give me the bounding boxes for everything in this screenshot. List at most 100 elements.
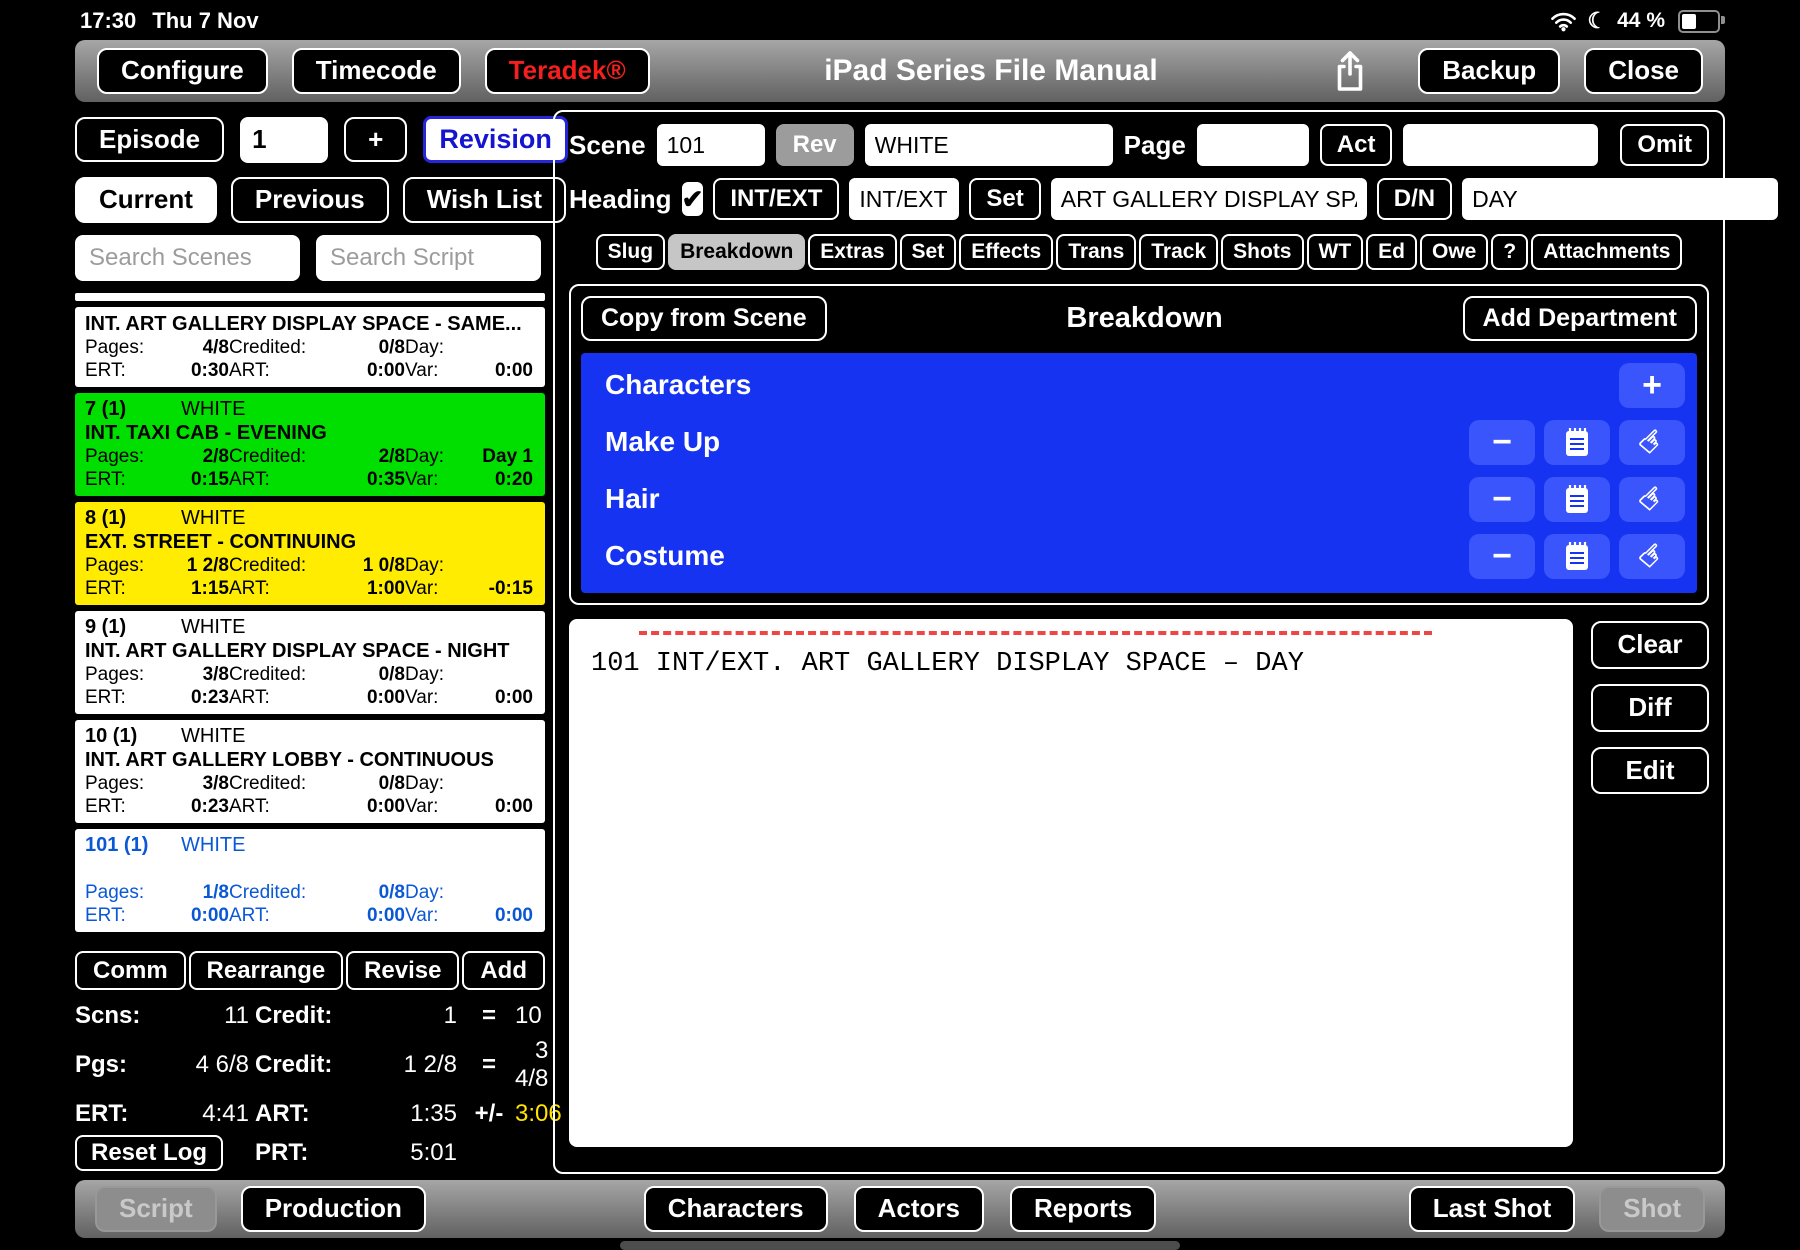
department-label-make-up[interactable]: Make Up	[591, 426, 720, 458]
scene-number-input[interactable]	[656, 124, 765, 166]
teradek-button[interactable]: Teradek®	[484, 48, 650, 94]
tab-attachments[interactable]: Attachments	[1531, 234, 1683, 270]
revision-dashed-line	[639, 630, 1433, 635]
scene-list-item[interactable]: 10 (1) WHITE INT. ART GALLERY LOBBY - CONT…	[75, 719, 545, 823]
scene-item-number: 101 (1)	[85, 833, 149, 856]
tab-wish-list[interactable]: Wish List	[402, 177, 567, 223]
department-row-costume: Costume − ☞	[591, 528, 1687, 585]
tab-track[interactable]: Track	[1139, 234, 1219, 270]
scene-list-clipped-item[interactable]	[75, 292, 545, 301]
scene-item-revision: WHITE	[181, 506, 246, 529]
remove-make-up-button[interactable]: −	[1469, 419, 1535, 465]
tab-owe[interactable]: Owe	[1420, 234, 1489, 270]
edit-button[interactable]: Edit	[1591, 746, 1709, 795]
tab-wt[interactable]: WT	[1306, 234, 1364, 270]
production-button[interactable]: Production	[240, 1186, 426, 1232]
script-page[interactable]: 101 INT/EXT. ART GALLERY DISPLAY SPACE –…	[569, 618, 1573, 1147]
add-episode-button[interactable]: +	[344, 116, 408, 163]
reset-log-button[interactable]: Reset Log	[75, 1135, 224, 1172]
set-button[interactable]: Set	[969, 178, 1041, 220]
act-button[interactable]: Act	[1319, 124, 1393, 166]
scene-list-item[interactable]: 101 (1) WHITE Pages: 1/8 Credited: 0/8 Day: ERT…	[75, 828, 545, 932]
assign-hair-button[interactable]: ☞	[1619, 476, 1685, 522]
scene-item-slug: INT. ART GALLERY LOBBY - CONTINUOUS	[85, 748, 494, 771]
department-label-hair[interactable]: Hair	[591, 483, 659, 515]
art-value: 1:35	[410, 1100, 457, 1128]
comm-button[interactable]: Comm	[75, 950, 186, 991]
plus-icon: +	[1642, 366, 1662, 405]
search-script-input[interactable]	[316, 234, 541, 281]
close-button[interactable]: Close	[1584, 48, 1703, 94]
episode-button[interactable]: Episode	[75, 116, 225, 163]
scene-list[interactable]: INT. ART GALLERY DISPLAY SPACE - SAME...…	[75, 292, 545, 941]
scene-list-item[interactable]: 9 (1) WHITE INT. ART GALLERY DISPLAY SPACE…	[75, 610, 545, 714]
prt-label: PRT:	[255, 1139, 309, 1167]
revision-color-input[interactable]	[864, 124, 1113, 166]
tab--[interactable]: ?	[1491, 234, 1529, 270]
home-indicator[interactable]	[620, 1241, 1180, 1250]
tab-breakdown[interactable]: Breakdown	[668, 234, 806, 270]
tab-slug[interactable]: Slug	[595, 234, 666, 270]
tab-bar: Slug Breakdown Extras Set Effects Trans Track S…	[569, 234, 1709, 270]
search-scenes-input[interactable]	[75, 234, 300, 281]
script-button[interactable]: Script	[95, 1186, 217, 1232]
scene-list-item[interactable]: 8 (1) WHITE EXT. STREET - CONTINUING Pages:…	[75, 501, 545, 605]
scns-value: 11	[224, 1002, 249, 1030]
scene-list-item[interactable]: INT. ART GALLERY DISPLAY SPACE - SAME...…	[75, 306, 545, 387]
add-department-button[interactable]: Add Department	[1462, 296, 1697, 341]
assign-make-up-button[interactable]: ☞	[1619, 419, 1685, 465]
characters-button[interactable]: Characters	[643, 1186, 828, 1232]
remove-costume-button[interactable]: −	[1469, 533, 1535, 579]
omit-button[interactable]: Omit	[1620, 124, 1709, 166]
assign-costume-button[interactable]: ☞	[1619, 533, 1685, 579]
day-night-input[interactable]	[1462, 178, 1779, 220]
ert-value: 4:41	[202, 1100, 249, 1128]
int-ext-input[interactable]	[849, 178, 960, 220]
scene-item-stats: Pages: 4/8 Credited: 0/8 Day: ERT: 0:30 ART: 0:0…	[85, 336, 533, 381]
department-label-costume[interactable]: Costume	[591, 540, 725, 572]
add-characters-button[interactable]: +	[1619, 362, 1685, 408]
scene-list-item[interactable]: 7 (1) WHITE INT. TAXI CAB - EVENING Pages: 2…	[75, 392, 545, 496]
configure-button[interactable]: Configure	[97, 48, 268, 94]
copy-from-scene-button[interactable]: Copy from Scene	[581, 296, 827, 341]
heading-checkbox[interactable]: ✔	[681, 182, 704, 216]
breakdown-title: Breakdown	[1066, 301, 1223, 334]
tab-set[interactable]: Set	[899, 234, 957, 270]
rev-button[interactable]: Rev	[775, 124, 854, 166]
tab-ed[interactable]: Ed	[1366, 234, 1417, 270]
episode-number-input[interactable]	[240, 116, 329, 163]
department-row-hair: Hair − ☞	[591, 471, 1687, 528]
act-input[interactable]	[1403, 124, 1599, 166]
tab-effects[interactable]: Effects	[959, 234, 1054, 270]
backup-button[interactable]: Backup	[1418, 48, 1561, 94]
page-input[interactable]	[1196, 124, 1309, 166]
timecode-button[interactable]: Timecode	[291, 48, 461, 94]
rearrange-button[interactable]: Rearrange	[188, 950, 344, 991]
remove-hair-button[interactable]: −	[1469, 476, 1535, 522]
tab-trans[interactable]: Trans	[1056, 234, 1137, 270]
share-icon[interactable]	[1332, 50, 1368, 92]
department-label-characters[interactable]: Characters	[591, 369, 751, 401]
tab-previous[interactable]: Previous	[230, 177, 389, 223]
actors-button[interactable]: Actors	[853, 1186, 984, 1232]
tab-current[interactable]: Current	[75, 177, 217, 223]
int-ext-button[interactable]: INT/EXT	[713, 178, 840, 220]
notes-make-up-button[interactable]	[1544, 419, 1610, 465]
clear-button[interactable]: Clear	[1591, 620, 1709, 669]
shot-button[interactable]: Shot	[1599, 1186, 1705, 1232]
diff-button[interactable]: Diff	[1591, 683, 1709, 732]
reports-button[interactable]: Reports	[1009, 1186, 1157, 1232]
set-input[interactable]	[1050, 178, 1367, 220]
revision-button[interactable]: Revision	[423, 116, 568, 163]
scene-item-number: 8 (1)	[85, 506, 127, 529]
tab-extras[interactable]: Extras	[808, 234, 897, 270]
date: Thu 7 Nov	[152, 8, 259, 33]
notes-costume-button[interactable]	[1544, 533, 1610, 579]
scene-item-slug: INT. ART GALLERY DISPLAY SPACE - NIGHT	[85, 639, 510, 662]
notes-hair-button[interactable]	[1544, 476, 1610, 522]
last-shot-button[interactable]: Last Shot	[1408, 1186, 1576, 1232]
day-night-button[interactable]: D/N	[1376, 178, 1453, 220]
revise-button[interactable]: Revise	[346, 950, 460, 991]
add-scene-button[interactable]: Add	[462, 950, 545, 991]
tab-shots[interactable]: Shots	[1221, 234, 1304, 270]
